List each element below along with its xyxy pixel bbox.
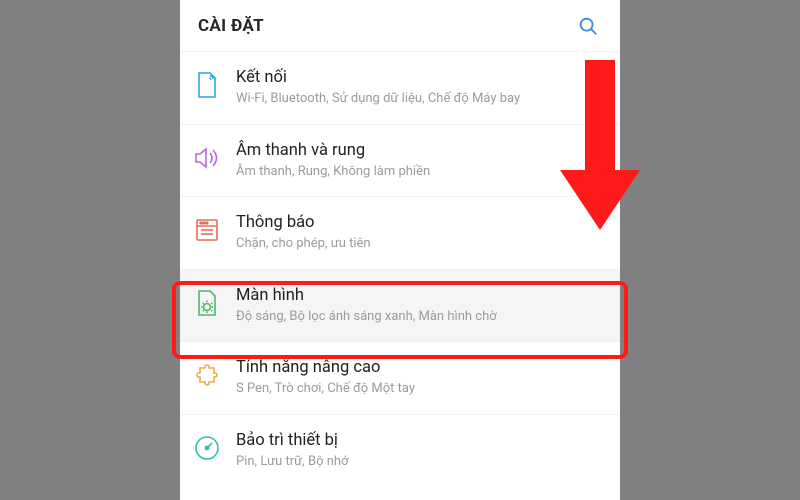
puzzle-icon xyxy=(192,360,222,390)
settings-item-sound[interactable]: Âm thanh và rung Âm thanh, Rung, Không l… xyxy=(180,124,620,197)
item-subtitle: Wi-Fi, Bluetooth, Sử dụng dữ liệu, Chế đ… xyxy=(236,90,602,108)
item-subtitle: Độ sáng, Bộ lọc ánh sáng xanh, Màn hình … xyxy=(236,308,602,326)
item-title: Kết nối xyxy=(236,68,602,87)
settings-item-advanced[interactable]: Tính năng nâng cao S Pen, Trò chơi, Chế … xyxy=(180,341,620,414)
sim-icon xyxy=(192,70,222,100)
settings-list: Kết nối Wi-Fi, Bluetooth, Sử dụng dữ liệ… xyxy=(180,52,620,486)
settings-item-notifications[interactable]: Thông báo Chặn, cho phép, ưu tiên xyxy=(180,196,620,269)
settings-item-display[interactable]: Màn hình Độ sáng, Bộ lọc ánh sáng xanh, … xyxy=(180,269,620,342)
item-title: Tính năng nâng cao xyxy=(236,358,602,377)
item-subtitle: Pin, Lưu trữ, Bộ nhớ xyxy=(236,453,602,471)
item-title: Thông báo xyxy=(236,213,602,232)
page-title: CÀI ĐẶT xyxy=(198,16,264,36)
settings-item-maintenance[interactable]: Bảo trì thiết bị Pin, Lưu trữ, Bộ nhớ xyxy=(180,414,620,487)
header-bar: CÀI ĐẶT xyxy=(180,0,620,52)
settings-item-connections[interactable]: Kết nối Wi-Fi, Bluetooth, Sử dụng dữ liệ… xyxy=(180,52,620,124)
settings-screen: CÀI ĐẶT Kết nối Wi-Fi, Bluetooth, Sử dụn… xyxy=(180,0,620,500)
item-subtitle: Chặn, cho phép, ưu tiên xyxy=(236,235,602,253)
search-button[interactable] xyxy=(574,12,602,40)
speaker-icon xyxy=(192,143,222,173)
gauge-icon xyxy=(192,433,222,463)
display-icon xyxy=(192,288,222,318)
search-icon xyxy=(577,15,599,37)
item-title: Âm thanh và rung xyxy=(236,141,602,160)
item-title: Bảo trì thiết bị xyxy=(236,431,602,450)
item-subtitle: S Pen, Trò chơi, Chế độ Một tay xyxy=(236,380,602,398)
appwindow-icon xyxy=(192,215,222,245)
item-title: Màn hình xyxy=(236,286,602,305)
item-subtitle: Âm thanh, Rung, Không làm phiền xyxy=(236,163,602,181)
